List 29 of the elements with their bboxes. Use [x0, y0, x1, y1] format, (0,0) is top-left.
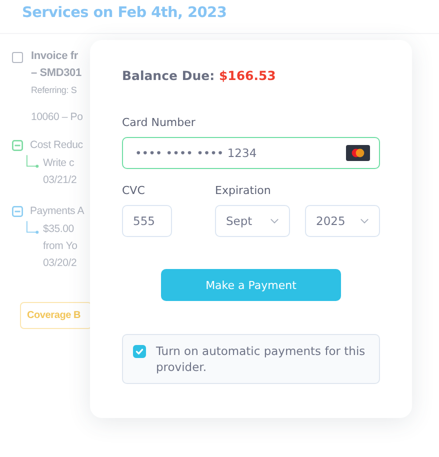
checkbox[interactable]: [12, 52, 23, 63]
service-code: 10060 – Po: [31, 111, 83, 123]
referring-text: Referring: S: [31, 85, 78, 95]
field-label: CVC: [122, 184, 146, 197]
tree-connector: [26, 155, 39, 170]
card-brand-icon: [346, 145, 370, 161]
field-label: Card Number: [122, 116, 196, 129]
tree-connector: [26, 221, 39, 236]
checkmark-icon: [134, 346, 145, 357]
card-number-field[interactable]: •••• •••• •••• 1234: [122, 137, 380, 169]
entry-text: 03/21/2: [43, 173, 77, 188]
entry-text: from Yo: [43, 239, 78, 254]
collapse-icon[interactable]: [12, 140, 23, 150]
entry-text: Write c: [43, 156, 76, 171]
entry-text: 03/20/2: [43, 256, 78, 271]
month-select[interactable]: Sept: [215, 205, 290, 237]
invoice-title: Invoice fr: [31, 49, 79, 64]
balance-due: Balance Due: $166.53: [122, 68, 277, 83]
checkbox[interactable]: [133, 345, 146, 358]
autopay-label: Turn on automatic payments for this provider.: [156, 343, 366, 375]
chevron-down-icon: [270, 218, 279, 224]
entry-text: $35.00: [43, 222, 75, 237]
invoice-number: – SMD301: [31, 66, 82, 81]
chevron-down-icon: [360, 218, 369, 224]
field-label: Expiration: [215, 184, 272, 197]
collapse-icon[interactable]: [12, 206, 23, 216]
cvc-field[interactable]: 555: [122, 205, 172, 237]
year-select[interactable]: 2025: [305, 205, 380, 237]
page-heading: Services on Feb 4th, 2023: [22, 5, 227, 21]
